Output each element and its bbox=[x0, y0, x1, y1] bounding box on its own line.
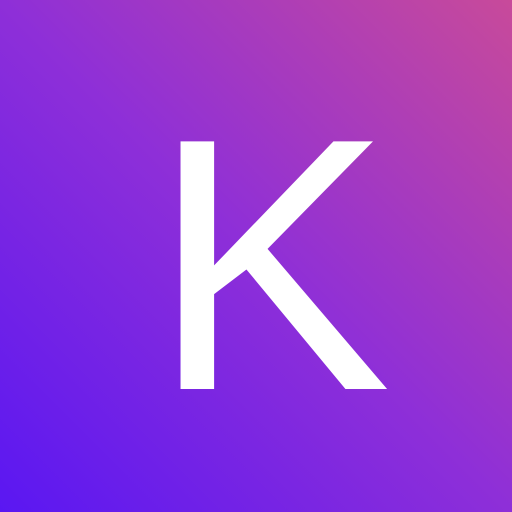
logo-letter: K bbox=[151, 64, 391, 466]
app-icon: K bbox=[0, 0, 512, 512]
logo-mark: K bbox=[0, 0, 512, 512]
